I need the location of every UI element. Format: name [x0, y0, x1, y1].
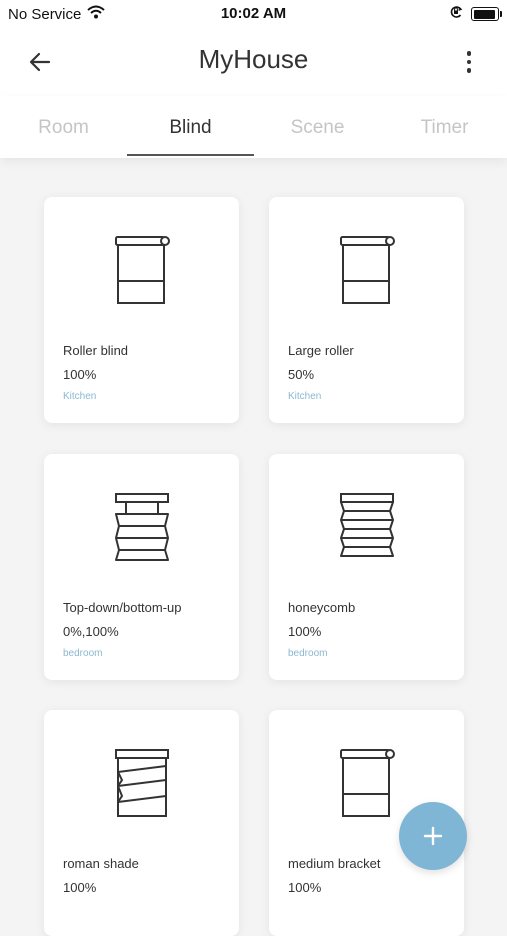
device-room: Kitchen: [63, 391, 97, 402]
device-room: bedroom: [288, 648, 328, 659]
device-position: 0%,100%: [63, 624, 119, 639]
roller-blind-icon: [340, 749, 395, 817]
status-time: 10:02 AM: [220, 5, 287, 22]
add-device-button[interactable]: [399, 802, 467, 870]
top-down-bottom-up-icon: [115, 493, 169, 561]
device-position: 100%: [63, 367, 97, 382]
page-title: MyHouse: [198, 44, 309, 74]
device-name: roman shade: [63, 856, 139, 871]
device-position: 100%: [288, 880, 322, 895]
more-dot-icon: [466, 51, 472, 56]
more-options-button[interactable]: [457, 46, 481, 78]
status-bar: No Service 10:02 AM: [0, 0, 507, 28]
tab-scene[interactable]: Scene: [254, 96, 381, 158]
tab-bar: Room Blind Scene Timer: [0, 96, 507, 158]
device-position: 100%: [288, 624, 322, 639]
device-room: Kitchen: [288, 391, 322, 402]
device-card-top-down-bottom-up[interactable]: Top-down/bottom-up 0%,100% bedroom: [44, 454, 239, 680]
status-right-group: [449, 5, 502, 23]
device-position: 100%: [63, 880, 97, 895]
device-name: Large roller: [288, 343, 354, 358]
device-name: honeycomb: [288, 600, 356, 615]
device-position: 50%: [288, 367, 315, 382]
device-name: medium bracket: [288, 856, 381, 871]
device-card-large-roller[interactable]: Large roller 50% Kitchen: [269, 197, 464, 423]
device-card-roman-shade[interactable]: roman shade 100%: [44, 710, 239, 936]
tab-blind[interactable]: Blind: [127, 96, 254, 158]
battery-icon: [471, 7, 502, 21]
device-card-honeycomb[interactable]: honeycomb 100% bedroom: [269, 454, 464, 680]
device-name: Roller blind: [63, 343, 129, 358]
device-card-roller-blind[interactable]: Roller blind 100% Kitchen: [44, 197, 239, 423]
plus-icon: [423, 826, 443, 846]
more-dot-icon: [466, 68, 472, 73]
device-name: Top-down/bottom-up: [63, 600, 182, 615]
tab-timer[interactable]: Timer: [381, 96, 507, 158]
honeycomb-icon: [340, 493, 394, 557]
roman-shade-icon: [115, 749, 169, 817]
roller-blind-icon: [340, 236, 395, 304]
tab-room[interactable]: Room: [0, 96, 127, 158]
nav-bar: MyHouse: [0, 28, 507, 96]
device-room: bedroom: [63, 648, 103, 659]
more-dot-icon: [466, 59, 472, 65]
roller-blind-icon: [115, 236, 170, 304]
orientation-lock-icon: [449, 5, 463, 23]
